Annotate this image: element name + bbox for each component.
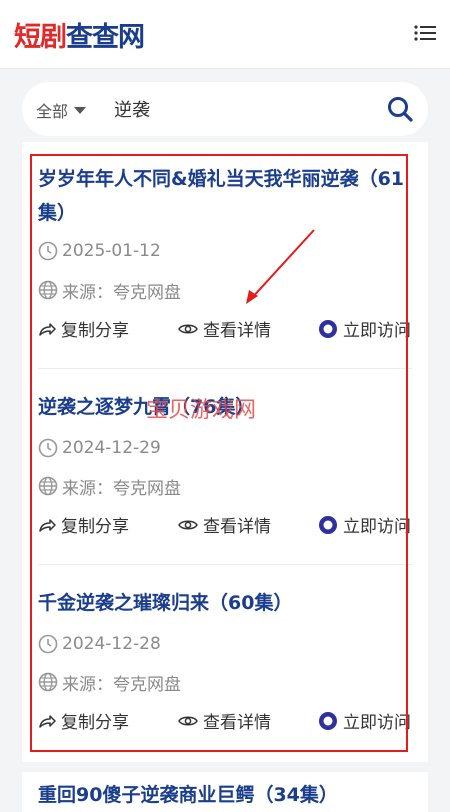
view-label: 查看详情 <box>203 713 271 733</box>
item-actions: 复制分享 查看详情 立即访问 <box>38 708 428 734</box>
item-source: 来源：夸克网盘 <box>38 278 181 303</box>
caret-down-icon <box>74 106 87 114</box>
view-details-button[interactable]: 查看详情 <box>178 316 271 341</box>
app-header: 短剧 查查网 <box>0 0 450 69</box>
divider <box>38 368 412 369</box>
target-dot-icon <box>319 515 337 534</box>
copy-label: 复制分享 <box>61 321 129 341</box>
clock-icon <box>38 241 58 261</box>
visit-now-button[interactable]: 立即访问 <box>318 316 411 341</box>
eye-icon <box>178 324 198 333</box>
clock-icon <box>38 634 58 654</box>
copy-share-button[interactable]: 复制分享 <box>38 316 129 341</box>
site-logo[interactable]: 短剧 查查网 <box>14 14 145 54</box>
globe-icon <box>38 672 58 692</box>
annotation-arrow-icon <box>246 229 315 304</box>
globe-icon <box>38 476 58 496</box>
source-text: 来源：夸克网盘 <box>62 282 181 303</box>
view-details-button[interactable]: 查看详情 <box>178 512 271 537</box>
item-source: 来源：夸克网盘 <box>38 474 181 499</box>
globe-icon <box>38 280 58 300</box>
date-text: 2024-12-29 <box>62 438 161 458</box>
eye-icon <box>178 716 198 725</box>
eye-icon <box>178 520 198 529</box>
divider <box>38 564 412 565</box>
item-title-link[interactable]: 千金逆袭之璀璨归来（60集） <box>38 586 418 620</box>
item-date: 2024-12-29 <box>38 436 161 460</box>
visit-label: 立即访问 <box>343 713 411 733</box>
copy-label: 复制分享 <box>61 713 129 733</box>
card-gap <box>22 762 428 772</box>
visit-label: 立即访问 <box>343 321 411 341</box>
item-date: 2024-12-28 <box>38 632 161 656</box>
copy-share-button[interactable]: 复制分享 <box>38 708 129 733</box>
share-icon <box>39 714 56 728</box>
filter-label: 全部 <box>36 102 69 121</box>
item-actions: 复制分享 查看详情 立即访问 <box>38 512 428 538</box>
item-title-link[interactable]: 重回90傻子逆袭商业巨鳄（34集） <box>38 780 338 807</box>
visit-label: 立即访问 <box>343 517 411 537</box>
item-actions: 复制分享 查看详情 立即访问 <box>38 316 428 342</box>
visit-now-button[interactable]: 立即访问 <box>318 512 411 537</box>
visit-now-button[interactable]: 立即访问 <box>318 708 411 733</box>
source-text: 来源：夸克网盘 <box>62 674 181 695</box>
search-icon[interactable] <box>386 95 414 123</box>
view-label: 查看详情 <box>203 321 271 341</box>
item-source: 来源：夸克网盘 <box>38 670 181 695</box>
view-label: 查看详情 <box>203 517 271 537</box>
search-bar: 全部 逆袭 <box>22 82 428 136</box>
watermark: 宝贝游戏网 <box>146 398 257 423</box>
menu-icon[interactable] <box>414 22 436 44</box>
view-details-button[interactable]: 查看详情 <box>178 708 271 733</box>
clock-icon <box>38 438 58 458</box>
share-icon <box>39 518 56 532</box>
logo-text-blue: 查查网 <box>66 21 145 53</box>
share-icon <box>39 322 56 336</box>
date-text: 2024-12-28 <box>62 634 161 654</box>
category-filter-dropdown[interactable]: 全部 <box>36 98 87 122</box>
date-text: 2025-01-12 <box>62 241 161 261</box>
item-date: 2025-01-12 <box>38 239 161 263</box>
item-title-link[interactable]: 岁岁年年人不同&婚礼当天我华丽逆袭（61集） <box>38 162 418 230</box>
copy-label: 复制分享 <box>61 517 129 537</box>
copy-share-button[interactable]: 复制分享 <box>38 512 129 537</box>
target-dot-icon <box>319 319 337 338</box>
logo-text-red: 短剧 <box>14 21 67 53</box>
target-dot-icon <box>319 711 337 730</box>
source-text: 来源：夸克网盘 <box>62 478 181 499</box>
results-list: 岁岁年年人不同&婚礼当天我华丽逆袭（61集） 2025-01-12 来源：夸克网… <box>22 142 428 802</box>
search-input[interactable]: 逆袭 <box>114 96 150 122</box>
